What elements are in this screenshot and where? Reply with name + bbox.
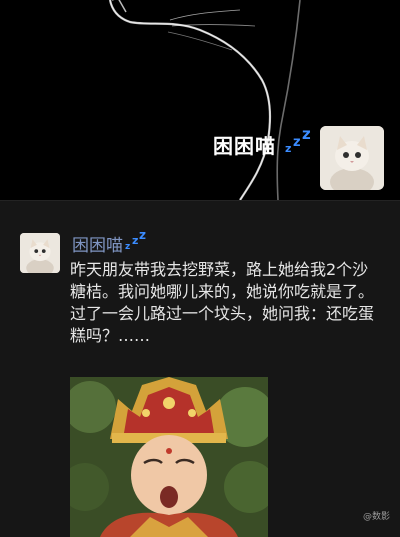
post-author-avatar[interactable] (20, 233, 60, 273)
cat-avatar-image (320, 126, 384, 190)
svg-text:z: z (293, 135, 301, 150)
watermark: @数影 (362, 512, 390, 522)
post-image[interactable] (70, 377, 268, 537)
tang-monk-meme-photo (70, 377, 268, 537)
svg-text:z: z (139, 229, 146, 242)
svg-text:z: z (285, 142, 291, 154)
zzz-sleep-icon: z z z (124, 228, 150, 254)
svg-text:z: z (132, 234, 138, 247)
profile-name[interactable]: 困困喵 (213, 130, 276, 159)
avatar[interactable] (320, 126, 384, 190)
divider (0, 200, 400, 201)
svg-text:z: z (302, 126, 311, 143)
cover-photo[interactable]: 困困喵 z z z (0, 0, 400, 200)
post-paragraph: 过了一会儿路过一个坟头，她问我：还吃蛋糕吗？…… (70, 304, 375, 345)
svg-text:z: z (125, 242, 130, 251)
post-author-name[interactable]: 困困喵 (72, 231, 123, 256)
post-text: 昨天朋友带我去挖野菜，路上她给我2个沙糖桔。我问她哪儿来的，她说你吃就是了。 过… (70, 259, 382, 347)
cat-avatar-image (20, 233, 60, 273)
post-paragraph: 昨天朋友带我去挖野菜，路上她给我2个沙糖桔。我问她哪儿来的，她说你吃就是了。 (70, 260, 375, 301)
